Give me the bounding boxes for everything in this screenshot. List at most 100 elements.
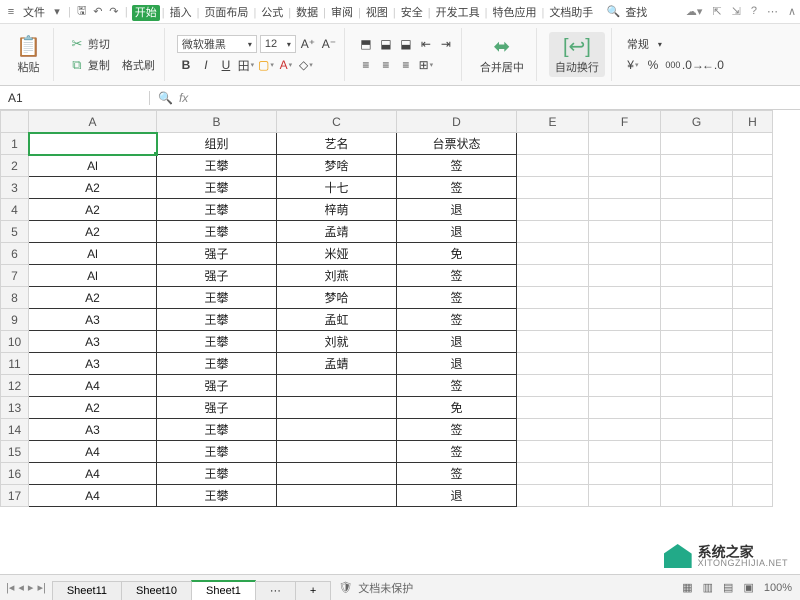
protect-status[interactable]: 文档未保护 (358, 580, 413, 596)
align-center-button[interactable]: ≡ (377, 56, 395, 74)
cell-B5[interactable]: 王攀 (157, 221, 277, 243)
view-page-button[interactable]: ▤ (723, 581, 733, 594)
row-header-11[interactable]: 11 (1, 353, 29, 375)
col-header-D[interactable]: D (397, 111, 517, 133)
cell-C1[interactable]: 艺名 (277, 133, 397, 155)
menu-tab-3[interactable]: 公式 (258, 5, 286, 21)
cell-A10[interactable]: A3 (29, 331, 157, 353)
cell-B3[interactable]: 王攀 (157, 177, 277, 199)
cell-E17[interactable] (517, 485, 589, 507)
undo-icon[interactable]: ↶ (91, 5, 105, 18)
cell-G17[interactable] (661, 485, 733, 507)
cell-F2[interactable] (589, 155, 661, 177)
cell-A9[interactable]: A3 (29, 309, 157, 331)
cell-F8[interactable] (589, 287, 661, 309)
cell-A5[interactable]: A2 (29, 221, 157, 243)
italic-button[interactable]: I (197, 56, 215, 74)
cell-E11[interactable] (517, 353, 589, 375)
view-read-button[interactable]: ▣ (743, 581, 753, 594)
cell-E4[interactable] (517, 199, 589, 221)
cell-F14[interactable] (589, 419, 661, 441)
clear-button[interactable]: ◇ (297, 56, 315, 74)
cell-D2[interactable]: 签 (397, 155, 517, 177)
cell-A11[interactable]: A3 (29, 353, 157, 375)
cell-B4[interactable]: 王攀 (157, 199, 277, 221)
sheet-tab-Sheet1[interactable]: Sheet1 (191, 580, 256, 600)
cell-F1[interactable] (589, 133, 661, 155)
cut-button[interactable]: ✂剪切 (66, 35, 158, 53)
cell-E12[interactable] (517, 375, 589, 397)
help-icon[interactable]: ? (751, 5, 757, 18)
cell-B10[interactable]: 王攀 (157, 331, 277, 353)
cell-E7[interactable] (517, 265, 589, 287)
font-name-select[interactable]: 微软雅黑▾ (177, 35, 257, 53)
cell-D3[interactable]: 签 (397, 177, 517, 199)
cell-E9[interactable] (517, 309, 589, 331)
cell-C6[interactable]: 米娅 (277, 243, 397, 265)
cell-H14[interactable] (733, 419, 773, 441)
sheet-tab-more[interactable]: ··· (255, 581, 296, 600)
col-header-H[interactable]: H (733, 111, 773, 133)
menu-search[interactable]: 查找 (622, 2, 650, 22)
cell-G11[interactable] (661, 353, 733, 375)
cell-C17[interactable] (277, 485, 397, 507)
cell-C16[interactable] (277, 463, 397, 485)
indent-dec-button[interactable]: ⇤ (417, 35, 435, 53)
cell-D5[interactable]: 退 (397, 221, 517, 243)
tab-last-button[interactable]: ▸| (37, 581, 45, 594)
col-header-G[interactable]: G (661, 111, 733, 133)
merge-center-button[interactable]: ⬌合并居中 (474, 32, 530, 77)
cell-A15[interactable]: A4 (29, 441, 157, 463)
cell-A12[interactable]: A4 (29, 375, 157, 397)
zoom-level[interactable]: 100% (764, 582, 792, 594)
increase-font-button[interactable]: A⁺ (299, 35, 317, 53)
fx-search-icon[interactable]: 🔍 (158, 91, 173, 105)
paste-button[interactable]: 📋 粘贴 (10, 32, 47, 77)
cell-D14[interactable]: 签 (397, 419, 517, 441)
cell-A1[interactable] (29, 133, 157, 155)
cell-F15[interactable] (589, 441, 661, 463)
align-right-button[interactable]: ≡ (397, 56, 415, 74)
cell-C4[interactable]: 梓萌 (277, 199, 397, 221)
share-icon[interactable]: ⇱ (712, 5, 721, 18)
cell-G8[interactable] (661, 287, 733, 309)
cell-F4[interactable] (589, 199, 661, 221)
row-header-6[interactable]: 6 (1, 243, 29, 265)
row-header-7[interactable]: 7 (1, 265, 29, 287)
spreadsheet-grid[interactable]: ABCDEFGH1组别艺名台票状态2Al王攀梦啥签3A2王攀十七签4A2王攀梓萌… (0, 110, 800, 574)
cell-H2[interactable] (733, 155, 773, 177)
menu-tab-2[interactable]: 页面布局 (201, 5, 251, 21)
cell-B17[interactable]: 王攀 (157, 485, 277, 507)
collapse-icon[interactable]: ∧ (788, 5, 796, 18)
cell-D16[interactable]: 签 (397, 463, 517, 485)
row-header-14[interactable]: 14 (1, 419, 29, 441)
menu-tab-1[interactable]: 插入 (167, 5, 195, 21)
cell-F17[interactable] (589, 485, 661, 507)
row-header-13[interactable]: 13 (1, 397, 29, 419)
font-size-select[interactable]: 12▾ (260, 35, 296, 53)
cell-F11[interactable] (589, 353, 661, 375)
cell-E3[interactable] (517, 177, 589, 199)
cell-G13[interactable] (661, 397, 733, 419)
row-header-15[interactable]: 15 (1, 441, 29, 463)
cell-C9[interactable]: 孟虹 (277, 309, 397, 331)
cell-B11[interactable]: 王攀 (157, 353, 277, 375)
cell-C12[interactable] (277, 375, 397, 397)
row-header-8[interactable]: 8 (1, 287, 29, 309)
cell-H10[interactable] (733, 331, 773, 353)
sheet-tab-Sheet10[interactable]: Sheet10 (121, 581, 192, 600)
export-icon[interactable]: ⇲ (732, 5, 741, 18)
cell-B9[interactable]: 王攀 (157, 309, 277, 331)
cell-C10[interactable]: 刘就 (277, 331, 397, 353)
cell-A6[interactable]: Al (29, 243, 157, 265)
cell-B14[interactable]: 王攀 (157, 419, 277, 441)
cell-G5[interactable] (661, 221, 733, 243)
menu-icon[interactable]: ≡ (4, 6, 18, 18)
tab-first-button[interactable]: |◂ (6, 581, 14, 594)
row-header-16[interactable]: 16 (1, 463, 29, 485)
cloud-icon[interactable]: ☁▾ (686, 5, 703, 18)
cell-F12[interactable] (589, 375, 661, 397)
cell-G6[interactable] (661, 243, 733, 265)
view-layout-button[interactable]: ▥ (703, 581, 713, 594)
cell-G1[interactable] (661, 133, 733, 155)
